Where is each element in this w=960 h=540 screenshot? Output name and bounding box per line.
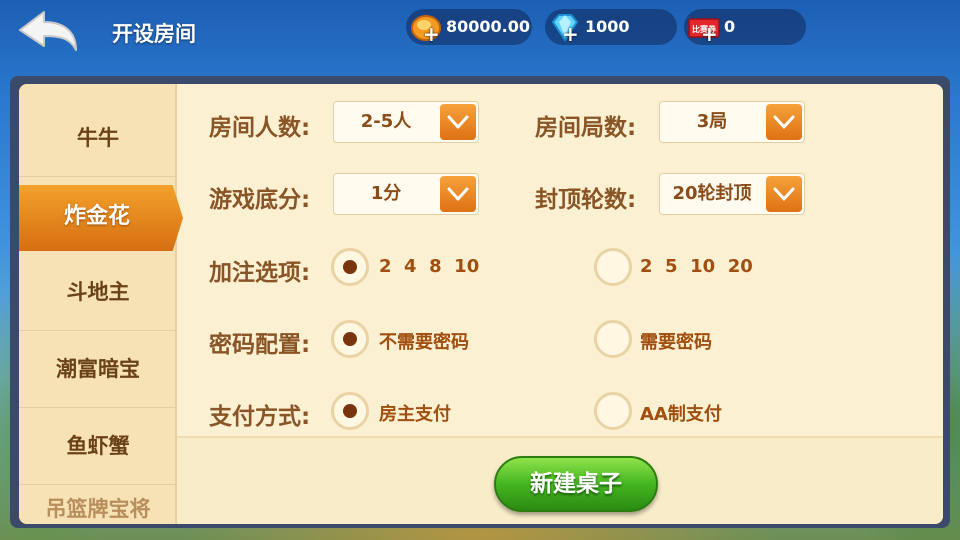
bet-option-1-radio[interactable] [331, 248, 369, 286]
base-score-value: 1分 [370, 183, 402, 204]
radio-selected-dot [343, 332, 357, 346]
password-label: 密码配置: [209, 332, 311, 358]
cap-select[interactable]: 20轮封顶 [659, 173, 805, 215]
create-room-panel: 牛牛 斗地主 潮富暗宝 鱼虾蟹 吊篮牌宝将 炸金花 房间人数: 2-5人 房间局… [19, 84, 943, 524]
sidebar-item-partial[interactable]: 吊篮牌宝将 [19, 494, 177, 524]
create-table-button[interactable]: 新建桌子 [494, 456, 658, 512]
no-password-radio[interactable] [331, 320, 369, 358]
ticket-value: 0 [724, 17, 736, 36]
back-arrow-icon [19, 11, 77, 51]
chevron-down-icon[interactable] [440, 104, 476, 140]
bet-option-1-label[interactable]: 2 4 8 10 [379, 256, 479, 277]
gold-value: 80000.00 [446, 17, 531, 36]
diamond-balance[interactable]: + 1000 [545, 9, 677, 45]
ticket-balance[interactable]: 比赛券 + 0 [684, 9, 806, 45]
game-sidebar: 牛牛 斗地主 潮富暗宝 鱼虾蟹 吊篮牌宝将 [19, 84, 177, 524]
cap-label: 封顶轮数: [535, 187, 637, 213]
players-label: 房间人数: [209, 115, 311, 141]
diamond-value: 1000 [585, 17, 630, 36]
host-pay-label[interactable]: 房主支付 [379, 400, 451, 426]
bet-options-label: 加注选项: [209, 260, 311, 286]
sidebar-item-zhajinhua[interactable]: 炸金花 [19, 185, 183, 251]
base-score-label: 游戏底分: [209, 187, 311, 213]
add-gold-icon[interactable]: + [423, 24, 440, 44]
add-diamond-icon[interactable]: + [562, 24, 579, 44]
need-password-label[interactable]: 需要密码 [640, 328, 712, 354]
bet-option-2-label[interactable]: 2 5 10 20 [640, 256, 753, 277]
radio-selected-dot [343, 260, 357, 274]
players-value: 2-5人 [360, 111, 412, 132]
chevron-down-icon[interactable] [766, 104, 802, 140]
radio-selected-dot [343, 404, 357, 418]
rounds-label: 房间局数: [535, 115, 637, 141]
sidebar-item-niuniu[interactable]: 牛牛 [19, 100, 177, 177]
sidebar-item-yuxiaxie[interactable]: 鱼虾蟹 [19, 408, 177, 485]
page-title: 开设房间 [112, 22, 196, 46]
back-button[interactable] [14, 8, 84, 56]
top-bar: 开设房间 + 80000.00 + 1000 比赛券 + 0 [0, 0, 960, 70]
rounds-select[interactable]: 3局 [659, 101, 805, 143]
chevron-down-icon[interactable] [440, 176, 476, 212]
no-password-label[interactable]: 不需要密码 [379, 328, 469, 354]
need-password-radio[interactable] [594, 320, 632, 358]
aa-pay-label[interactable]: AA制支付 [640, 400, 722, 426]
aa-pay-radio[interactable] [594, 392, 632, 430]
rounds-value: 3局 [696, 111, 728, 132]
add-ticket-icon[interactable]: + [701, 24, 718, 44]
sidebar-item-chaofu[interactable]: 潮富暗宝 [19, 331, 177, 408]
cap-value: 20轮封顶 [672, 183, 752, 204]
players-select[interactable]: 2-5人 [333, 101, 479, 143]
host-pay-radio[interactable] [331, 392, 369, 430]
sidebar-item-doudizhu[interactable]: 斗地主 [19, 254, 177, 331]
bet-option-2-radio[interactable] [594, 248, 632, 286]
gold-balance[interactable]: + 80000.00 [406, 9, 532, 45]
payment-label: 支付方式: [209, 404, 311, 430]
base-score-select[interactable]: 1分 [333, 173, 479, 215]
chevron-down-icon[interactable] [766, 176, 802, 212]
